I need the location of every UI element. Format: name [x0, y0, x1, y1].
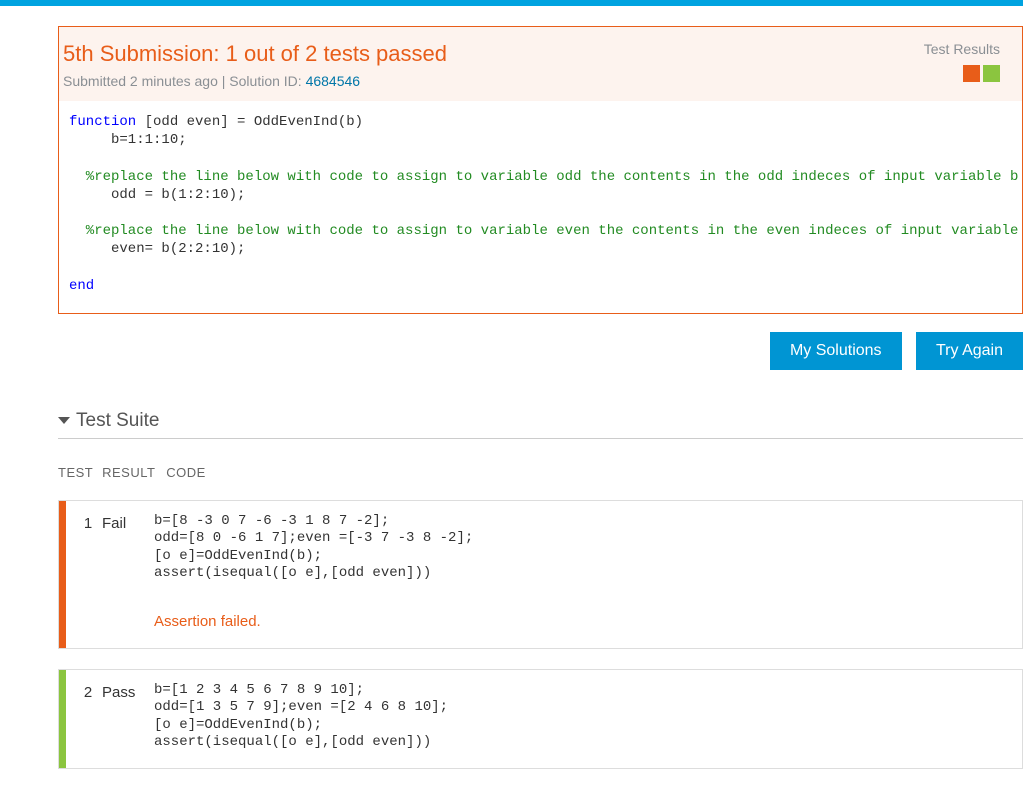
meta-sep: | [218, 73, 229, 89]
try-again-button[interactable]: Try Again [916, 332, 1023, 370]
code-keyword-function: function [69, 114, 136, 130]
action-buttons: My Solutions Try Again [58, 332, 1023, 370]
col-test: TEST [58, 465, 98, 480]
submission-header: 5th Submission: 1 out of 2 tests passed … [59, 27, 1022, 101]
test-number: 2 [74, 682, 102, 752]
code-comment: %replace the line below with code to ass… [69, 169, 1018, 185]
test-row: 1 Fail b=[8 -3 0 7 -6 -3 1 8 7 -2]; odd=… [58, 500, 1023, 649]
submission-title: 5th Submission: 1 out of 2 tests passed [63, 41, 1000, 67]
test-stripe-pass [59, 670, 66, 768]
test-code: b=[8 -3 0 7 -6 -3 1 8 7 -2]; odd=[8 0 -6… [154, 513, 1010, 632]
test-code: b=[1 2 3 4 5 6 7 8 9 10]; odd=[1 3 5 7 9… [154, 682, 1010, 752]
submitted-time: Submitted 2 minutes ago [63, 73, 218, 89]
chevron-down-icon [58, 417, 70, 424]
test-body: 1 Fail b=[8 -3 0 7 -6 -3 1 8 7 -2]; odd=… [66, 501, 1022, 648]
status-square-fail[interactable] [963, 65, 980, 82]
my-solutions-button[interactable]: My Solutions [770, 332, 902, 370]
page-content: 5th Submission: 1 out of 2 tests passed … [0, 6, 1023, 809]
test-suite-title: Test Suite [76, 410, 159, 432]
test-stripe-fail [59, 501, 66, 648]
test-result: Pass [102, 682, 154, 752]
col-result: RESULT [102, 465, 162, 480]
solution-id-label: Solution ID: [229, 73, 305, 89]
test-row: 2 Pass b=[1 2 3 4 5 6 7 8 9 10]; odd=[1 … [58, 669, 1023, 769]
solution-id-link[interactable]: 4684546 [306, 73, 361, 89]
solution-code: function [odd even] = OddEvenInd(b) b=1:… [59, 101, 1022, 313]
status-square-pass[interactable] [983, 65, 1000, 82]
code-comment: %replace the line below with code to ass… [69, 223, 1022, 239]
test-error: Assertion failed. [154, 613, 1010, 632]
suite-divider [58, 438, 1023, 439]
test-columns-header: TEST RESULT CODE [58, 465, 1023, 480]
status-squares [963, 65, 1000, 82]
test-number: 1 [74, 513, 102, 632]
test-body: 2 Pass b=[1 2 3 4 5 6 7 8 9 10]; odd=[1 … [66, 670, 1022, 768]
test-suite-toggle[interactable]: Test Suite [58, 410, 1023, 432]
submission-panel: 5th Submission: 1 out of 2 tests passed … [58, 26, 1023, 314]
code-keyword-end: end [69, 278, 94, 294]
col-code: CODE [166, 465, 206, 480]
test-results-label: Test Results [924, 41, 1000, 57]
submission-meta: Submitted 2 minutes ago | Solution ID: 4… [63, 73, 1000, 89]
test-result: Fail [102, 513, 154, 632]
